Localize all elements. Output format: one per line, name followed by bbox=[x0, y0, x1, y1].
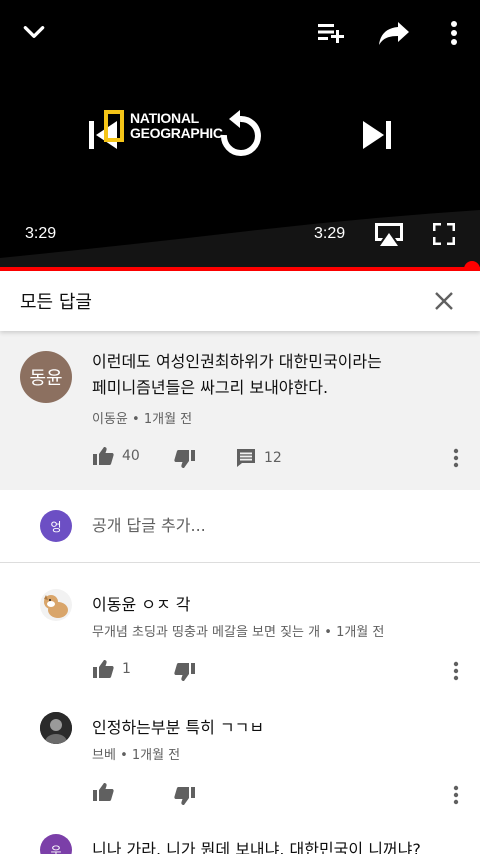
reply-more-button[interactable] bbox=[446, 659, 466, 683]
dislike-button[interactable] bbox=[174, 662, 196, 682]
avatar[interactable]: 우 bbox=[40, 834, 72, 854]
more-vert-icon bbox=[453, 448, 459, 468]
like-count: 1 bbox=[122, 661, 131, 677]
reply-time: • 1개월 전 bbox=[324, 625, 385, 640]
replies-title: 모든 답글 bbox=[20, 292, 92, 313]
reply-more-button[interactable] bbox=[446, 783, 466, 807]
channel-logo: NATIONAL GEOGRAPHIC bbox=[104, 110, 223, 142]
reply-text: 인정하는부분 특히 ㄱㄱㅂ bbox=[92, 718, 265, 737]
more-options-button[interactable] bbox=[440, 16, 468, 50]
more-vert-icon bbox=[453, 661, 459, 681]
like-button[interactable] bbox=[92, 782, 114, 802]
add-to-queue-icon bbox=[318, 24, 344, 43]
dislike-button[interactable] bbox=[174, 786, 196, 806]
dislike-button[interactable] bbox=[174, 449, 196, 469]
like-button[interactable]: 1 bbox=[92, 659, 131, 679]
close-replies-button[interactable] bbox=[428, 285, 460, 317]
duration: 3:29 bbox=[314, 225, 346, 242]
chevron-down-icon bbox=[23, 26, 45, 38]
close-icon bbox=[435, 292, 453, 310]
reply-text: 니나 가라. 니가 뭔데 보내냐. 대한민국이 니꺼냐? bbox=[92, 840, 421, 854]
next-button[interactable] bbox=[358, 116, 396, 154]
minimize-button[interactable] bbox=[18, 16, 50, 48]
fullscreen-button[interactable] bbox=[430, 220, 458, 248]
comment-text: 이런데도 여성인권최하위가 대한민국이라는 페미니즘년들은 싸그리 보내야한다. bbox=[92, 349, 452, 401]
avatar[interactable] bbox=[40, 589, 72, 621]
thumbs-up-icon bbox=[93, 660, 114, 678]
reply-author[interactable]: 무개념 초딩과 띵충과 메갈을 보면 짖는 개 bbox=[92, 625, 320, 640]
comment-text-line2: 페미니즘년들은 싸그리 보내야한다. bbox=[92, 378, 329, 397]
comment-meta: 이동윤 • 1개월 전 bbox=[92, 408, 192, 427]
comment-icon bbox=[237, 449, 255, 467]
comment-more-button[interactable] bbox=[446, 446, 466, 470]
reply-count-button[interactable]: 12 bbox=[236, 448, 282, 468]
airplay-icon bbox=[375, 223, 403, 246]
more-vert-icon bbox=[453, 785, 459, 805]
thumbs-up-icon bbox=[93, 783, 114, 801]
skip-next-icon bbox=[363, 121, 391, 149]
add-to-queue-button[interactable] bbox=[314, 18, 348, 48]
thumbs-down-icon bbox=[174, 663, 195, 681]
like-count: 40 bbox=[122, 448, 140, 464]
airplay-button[interactable] bbox=[372, 220, 406, 248]
photo-avatar-icon bbox=[40, 712, 72, 744]
avatar: 엉 bbox=[40, 510, 72, 542]
reply-count: 12 bbox=[264, 450, 282, 466]
avatar[interactable]: 동윤 bbox=[20, 351, 72, 403]
reply-input[interactable] bbox=[92, 516, 392, 535]
reply-time: • 1개월 전 bbox=[120, 748, 181, 763]
share-icon bbox=[379, 22, 409, 45]
reply-author[interactable]: 브베 bbox=[92, 748, 116, 763]
current-time: 3:29 bbox=[25, 225, 57, 242]
reply-meta: 무개념 초딩과 띵충과 메갈을 보면 짖는 개 • 1개월 전 bbox=[92, 621, 384, 640]
reply-meta: 브베 • 1개월 전 bbox=[92, 744, 180, 763]
logo-line2: GEOGRAPHIC bbox=[130, 125, 223, 141]
dog-avatar-icon bbox=[44, 595, 68, 618]
avatar[interactable] bbox=[40, 712, 72, 744]
parent-comment: 동윤 이런데도 여성인권최하위가 대한민국이라는 페미니즘년들은 싸그리 보내야… bbox=[0, 331, 480, 490]
more-vert-icon bbox=[451, 21, 457, 45]
replies-header: 모든 답글 bbox=[0, 271, 480, 331]
like-button[interactable]: 40 bbox=[92, 446, 140, 466]
replay-icon bbox=[220, 110, 261, 156]
logo-line1: NATIONAL bbox=[130, 110, 199, 126]
reply-text: 이동윤 ㅇㅈ 각 bbox=[92, 595, 191, 614]
video-player[interactable]: NATIONAL GEOGRAPHIC 3:29 3:29 bbox=[0, 0, 480, 268]
thumbs-down-icon bbox=[174, 787, 195, 805]
share-button[interactable] bbox=[376, 16, 412, 50]
comment-text-line1: 이런데도 여성인권최하위가 대한민국이라는 bbox=[92, 352, 382, 371]
logo-frame-icon bbox=[104, 110, 124, 142]
fullscreen-icon bbox=[433, 223, 455, 245]
add-reply-bar: 엉 bbox=[0, 490, 480, 563]
comment-time: • 1개월 전 bbox=[132, 412, 193, 427]
thumbs-down-icon bbox=[174, 450, 195, 468]
comment-author[interactable]: 이동윤 bbox=[92, 412, 128, 427]
replay-button[interactable] bbox=[214, 108, 266, 162]
thumbs-up-icon bbox=[93, 447, 114, 465]
